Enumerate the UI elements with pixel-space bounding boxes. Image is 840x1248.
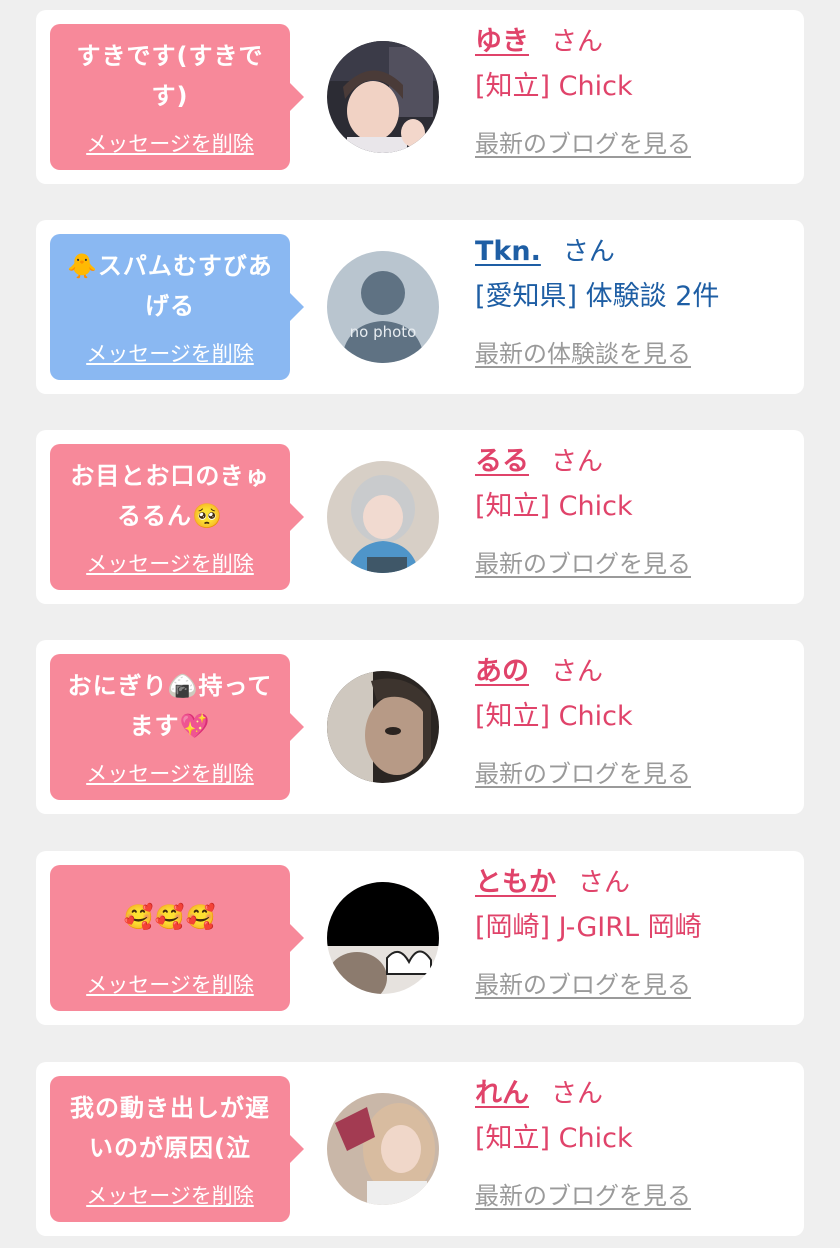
shop-detail: [岡崎] J-GIRL 岡崎 [475, 912, 702, 943]
shop-detail: [知立] Chick [475, 71, 633, 102]
avatar[interactable]: no photo [327, 251, 439, 363]
latest-blog-link[interactable]: 最新のブログを見る [475, 124, 794, 159]
message-card: お目とお口のきゅるるん🥺 メッセージを削除 るる さん [知立] Chick 最新… [36, 430, 804, 604]
avatar[interactable] [327, 41, 439, 153]
honorific: さん [551, 447, 604, 477]
latest-blog-link[interactable]: 最新のブログを見る [475, 965, 794, 1000]
message-bubble: 我の動き出しが遅いのが原因(泣 メッセージを削除 [50, 1076, 304, 1222]
shop-detail: [知立] Chick [475, 701, 633, 732]
girl-name-link[interactable]: あの [475, 656, 529, 687]
delete-message-link[interactable]: メッセージを削除 [50, 338, 290, 368]
latest-blog-link[interactable]: 最新のブログを見る [475, 754, 794, 789]
message-card: 🥰🥰🥰 メッセージを削除 ともか さん [岡崎] J-GIRL 岡崎 最新のブログ… [36, 851, 804, 1025]
message-bubble: おにぎり🍙持ってます💖 メッセージを削除 [50, 654, 304, 800]
message-text: おにぎり🍙持ってます💖 [67, 672, 273, 740]
latest-blog-link[interactable]: 最新のブログを見る [475, 1176, 794, 1211]
latest-blog-link[interactable]: 最新のブログを見る [475, 544, 794, 579]
message-text: 🥰🥰🥰 [123, 903, 217, 931]
message-text: すきです(すきです) [76, 42, 264, 110]
message-text: 🐥スパムむすびあげる [67, 252, 273, 320]
honorific: さん [551, 27, 604, 57]
message-bubble: 🐥スパムむすびあげる メッセージを削除 [50, 234, 304, 380]
delete-message-link[interactable]: メッセージを削除 [50, 1180, 290, 1210]
latest-review-link[interactable]: 最新の体験談を見る [475, 334, 794, 369]
user-name-link[interactable]: Tkn. [475, 236, 541, 267]
honorific: さん [562, 237, 615, 267]
message-card: 🐥スパムむすびあげる メッセージを削除 no photo Tkn. さん [愛知県… [36, 220, 804, 394]
honorific: さん [578, 868, 631, 898]
user-detail: [愛知県] 体験談 2件 [475, 281, 720, 312]
avatar[interactable] [327, 1093, 439, 1205]
message-text: 我の動き出しが遅いのが原因(泣 [70, 1094, 270, 1162]
girl-name-link[interactable]: ゆき [475, 26, 529, 57]
message-card: すきです(すきです) メッセージを削除 ゆき さん [知立] Chick 最新のブ… [36, 10, 804, 184]
girl-name-link[interactable]: れん [475, 1078, 529, 1109]
delete-message-link[interactable]: メッセージを削除 [50, 548, 290, 578]
message-text: お目とお口のきゅるるん🥺 [70, 462, 270, 530]
honorific: さん [551, 1079, 604, 1109]
avatar[interactable] [327, 461, 439, 573]
message-card: 我の動き出しが遅いのが原因(泣 メッセージを削除 れん さん [知立] Chick… [36, 1062, 804, 1236]
message-card: おにぎり🍙持ってます💖 メッセージを削除 あの さん [知立] Chick 最新の… [36, 640, 804, 814]
shop-detail: [知立] Chick [475, 491, 633, 522]
delete-message-link[interactable]: メッセージを削除 [50, 758, 290, 788]
avatar[interactable] [327, 671, 439, 783]
delete-message-link[interactable]: メッセージを削除 [50, 128, 290, 158]
delete-message-link[interactable]: メッセージを削除 [50, 969, 290, 999]
message-list: すきです(すきです) メッセージを削除 ゆき さん [知立] Chick 最新のブ… [0, 0, 840, 1248]
message-bubble: 🥰🥰🥰 メッセージを削除 [50, 865, 304, 1011]
message-bubble: お目とお口のきゅるるん🥺 メッセージを削除 [50, 444, 304, 590]
girl-name-link[interactable]: るる [475, 446, 529, 477]
shop-detail: [知立] Chick [475, 1123, 633, 1154]
girl-name-link[interactable]: ともか [475, 867, 556, 898]
no-photo-label: no photo [349, 323, 417, 341]
message-bubble: すきです(すきです) メッセージを削除 [50, 24, 304, 170]
avatar[interactable] [327, 882, 439, 994]
honorific: さん [551, 657, 604, 687]
